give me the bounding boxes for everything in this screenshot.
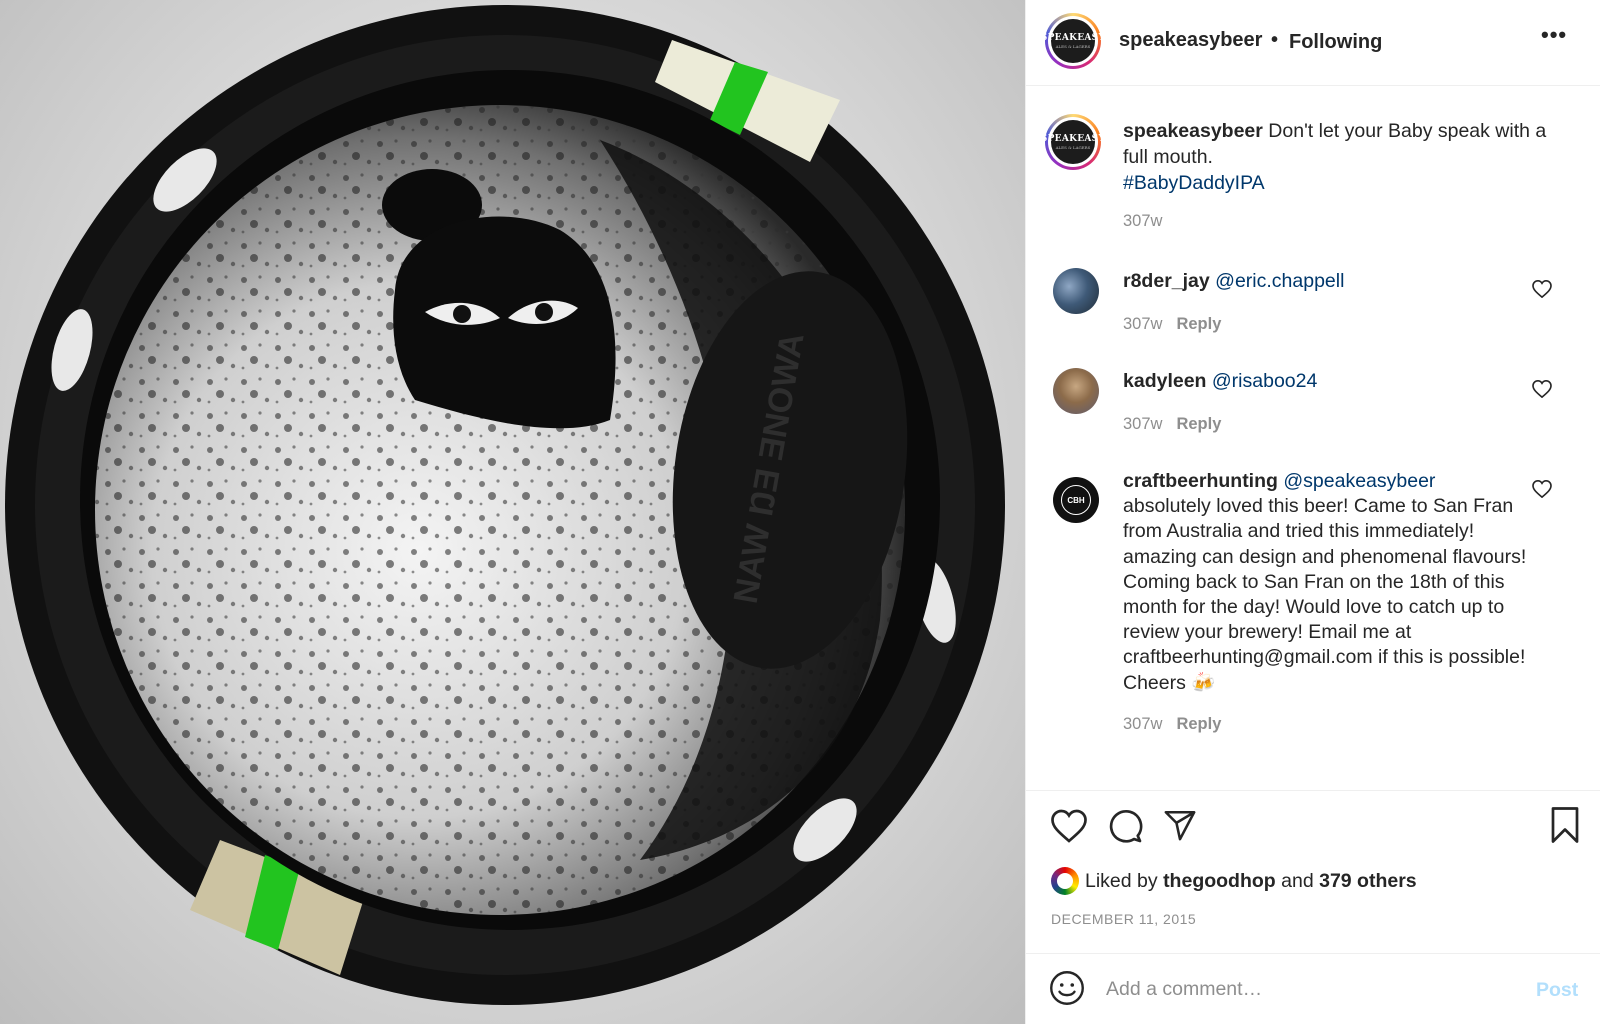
avatar-logo-text: SPEAKEASY (1040, 134, 1106, 144)
header-separator: • (1271, 29, 1279, 51)
more-options-icon[interactable]: ••• (1541, 22, 1567, 48)
comment-username[interactable]: r8der_jay (1123, 270, 1210, 292)
reply-button[interactable]: Reply (1176, 315, 1221, 333)
commenter-avatar[interactable]: CBH (1053, 477, 1099, 523)
comment-username[interactable]: kadyleen (1123, 370, 1206, 392)
avatar-logo-text: SPEAKEASY (1040, 33, 1106, 43)
liker-avatar[interactable] (1051, 867, 1079, 895)
comment-body: absolutely loved this beer! Came to San … (1123, 495, 1527, 694)
liker-username[interactable]: thegoodhop (1163, 870, 1276, 893)
author-username[interactable]: speakeasybeer (1119, 29, 1262, 52)
comment-like-heart-icon[interactable] (1532, 280, 1552, 298)
paper-plane-icon[interactable] (1162, 808, 1198, 842)
post-date[interactable]: DECEMBER 11, 2015 (1051, 911, 1196, 927)
reply-button[interactable]: Reply (1176, 415, 1221, 433)
bookmark-icon[interactable] (1550, 807, 1580, 843)
post-comment-button[interactable]: Post (1536, 979, 1578, 1002)
comment-meta: 307w Reply (1123, 415, 1221, 434)
comment-age[interactable]: 307w (1123, 415, 1162, 433)
post-header: SPEAKEASY ALES & LAGERS speakeasybeer • … (1026, 0, 1600, 86)
likes-count[interactable]: 379 others (1319, 870, 1417, 893)
caption-age[interactable]: 307w (1123, 212, 1162, 230)
cbh-logo-text: CBH (1061, 485, 1091, 515)
caption-meta: 307w (1123, 212, 1162, 231)
caption-hashtag[interactable]: #BabyDaddyIPA (1123, 172, 1265, 194)
commenter-avatar[interactable] (1053, 368, 1099, 414)
comment-like-heart-icon[interactable] (1532, 380, 1552, 398)
caption-username[interactable]: speakeasybeer (1123, 120, 1263, 142)
comment-text: kadyleen @risaboo24 (1123, 369, 1543, 394)
comment-age[interactable]: 307w (1123, 715, 1162, 733)
post-actions: Liked by thegoodhop and 379 others DECEM… (1026, 790, 1600, 1024)
caption-avatar[interactable]: SPEAKEASY ALES & LAGERS (1041, 114, 1105, 170)
post-photo[interactable]: NAW ŊƎ ƎNOWA (0, 0, 1025, 1024)
reply-button[interactable]: Reply (1176, 715, 1221, 733)
likes-prefix: Liked by (1085, 869, 1158, 892)
following-button[interactable]: Following (1289, 31, 1382, 54)
beer-can-top-image: NAW ŊƎ ƎNOWA (5, 5, 1005, 1005)
post-sidebar: SPEAKEASY ALES & LAGERS speakeasybeer • … (1025, 0, 1600, 1024)
comment-mention[interactable]: @risaboo24 (1212, 370, 1317, 392)
comment-text: r8der_jay @eric.chappell (1123, 269, 1543, 294)
smiley-icon[interactable] (1049, 970, 1085, 1006)
add-comment-bar: Post (1026, 953, 1600, 1024)
comment-mention[interactable]: @speakeasybeer (1283, 470, 1435, 492)
likes-conjunction: and (1281, 869, 1314, 892)
avatar-logo-subtext: ALES & LAGERS (1055, 145, 1091, 150)
comment-username[interactable]: craftbeerhunting (1123, 470, 1278, 492)
comment-mention[interactable]: @eric.chappell (1215, 270, 1344, 292)
author-avatar[interactable]: SPEAKEASY ALES & LAGERS (1041, 13, 1105, 69)
commenter-avatar[interactable] (1053, 268, 1099, 314)
comment-age[interactable]: 307w (1123, 315, 1162, 333)
avatar-logo-subtext: ALES & LAGERS (1055, 44, 1091, 49)
heart-icon[interactable] (1051, 809, 1087, 843)
comment-bubble-icon[interactable] (1107, 808, 1143, 844)
comment-like-heart-icon[interactable] (1532, 480, 1552, 498)
comment-text: craftbeerhunting @speakeasybeer absolute… (1123, 469, 1543, 696)
likes-summary: Liked by thegoodhop and 379 others (1051, 867, 1417, 895)
comment-meta: 307w Reply (1123, 715, 1221, 734)
comment-input[interactable] (1106, 972, 1506, 1006)
comment-meta: 307w Reply (1123, 315, 1221, 334)
caption-body: speakeasybeer Don't let your Baby speak … (1123, 118, 1573, 196)
